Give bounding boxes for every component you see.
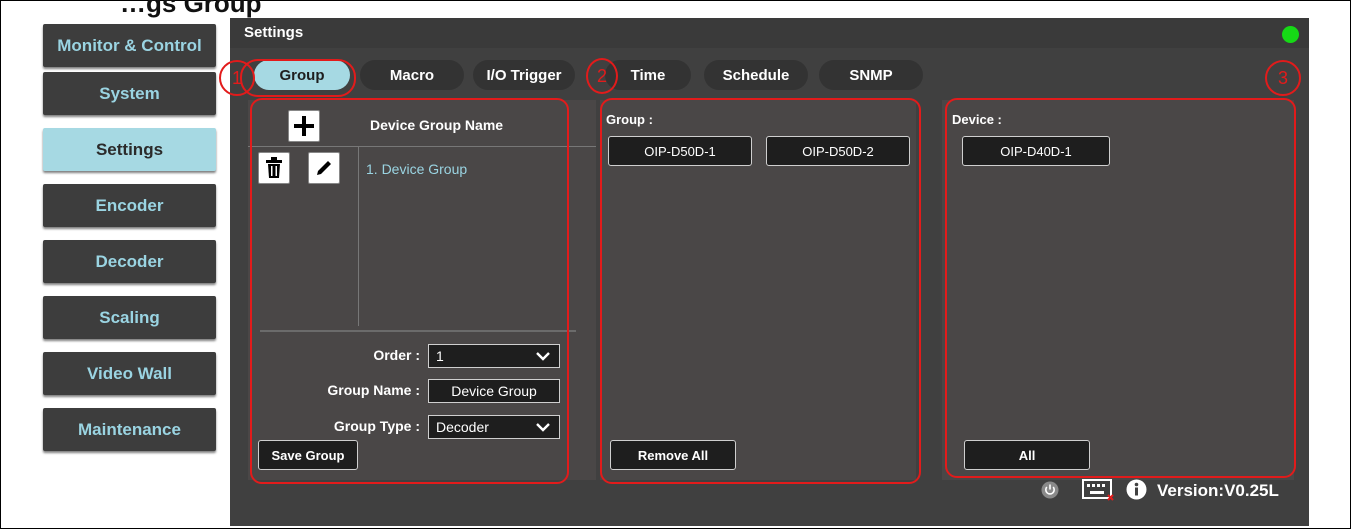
page-heading: …gs Group — [120, 0, 262, 18]
settings-title: Settings — [244, 24, 304, 41]
tab-schedule[interactable]: Schedule — [704, 60, 808, 90]
sidebar-item-decoder[interactable]: Decoder — [43, 240, 216, 283]
tab-io-trigger[interactable]: I/O Trigger — [473, 60, 575, 90]
callout-box-3 — [945, 98, 1296, 478]
callout-box-1 — [250, 98, 569, 484]
status-indicator-icon — [1282, 26, 1299, 43]
sidebar-item-settings[interactable]: Settings — [43, 128, 216, 171]
callout-tab-group — [240, 59, 356, 97]
callout-number-2: 2 — [586, 58, 618, 94]
info-icon[interactable] — [1126, 479, 1147, 500]
keyboard-icon[interactable] — [1082, 478, 1114, 502]
callout-number-1: 1 — [219, 60, 255, 96]
sidebar-item-encoder[interactable]: Encoder — [43, 184, 216, 227]
sidebar-item-maintenance[interactable]: Maintenance — [43, 408, 216, 451]
sidebar-item-system[interactable]: System — [43, 72, 216, 115]
version-label: Version:V0.25L — [1157, 481, 1279, 500]
sidebar-item-video-wall[interactable]: Video Wall — [43, 352, 216, 395]
callout-number-3: 3 — [1265, 60, 1301, 96]
callout-box-2 — [600, 98, 921, 484]
settings-header: Settings — [230, 18, 1309, 48]
tab-snmp[interactable]: SNMP — [819, 60, 923, 90]
sidebar-item-scaling[interactable]: Scaling — [43, 296, 216, 339]
sidebar-item-monitor-control[interactable]: Monitor & Control — [43, 24, 216, 67]
power-icon[interactable] — [1041, 481, 1059, 499]
tab-macro[interactable]: Macro — [360, 60, 464, 90]
